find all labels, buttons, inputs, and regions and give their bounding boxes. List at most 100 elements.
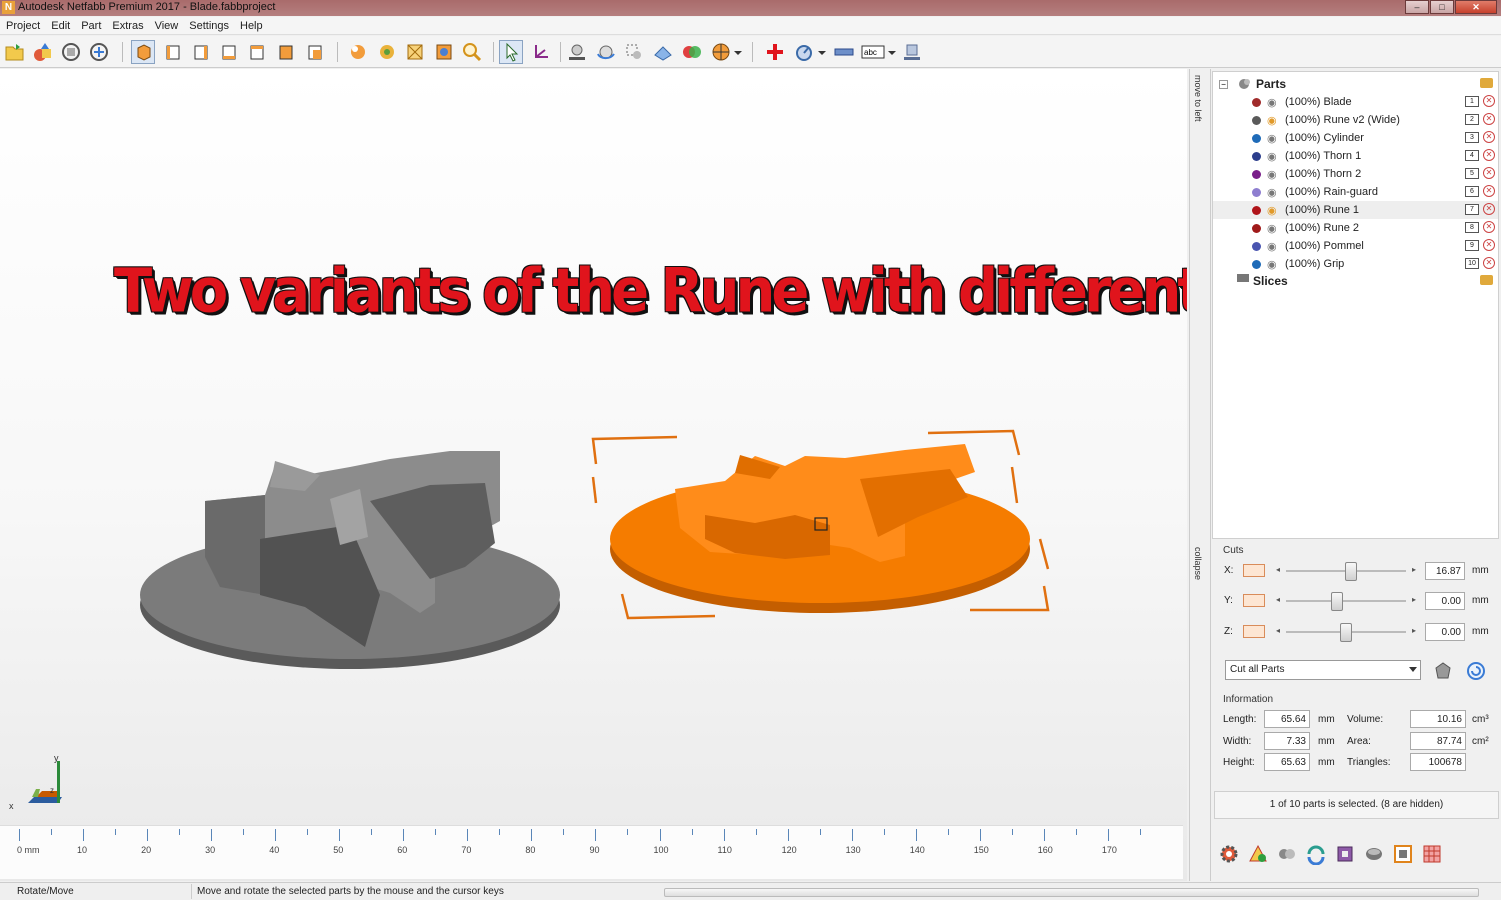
split-parts-icon[interactable] [1305,843,1327,865]
cut-x-value[interactable]: 16.87 [1425,562,1465,580]
place-on-platform-icon[interactable] [566,41,588,63]
part-row[interactable]: ◉ (100%) Thorn 2 5 ✕ [1213,165,1498,183]
label-text-icon[interactable]: abc [861,41,885,63]
remove-part-icon[interactable]: ✕ [1483,149,1495,161]
remove-part-icon[interactable]: ✕ [1483,257,1495,269]
remove-part-icon[interactable]: ✕ [1483,131,1495,143]
cut-y-value[interactable]: 0.00 [1425,592,1465,610]
menu-help[interactable]: Help [240,20,263,32]
merge-parts-icon[interactable] [1276,843,1298,865]
rotate-part-icon[interactable] [595,41,617,63]
part-number-badge[interactable]: 1 [1465,96,1479,107]
part-number-badge[interactable]: 2 [1465,114,1479,125]
cut-y-slider-thumb[interactable] [1331,592,1344,611]
chevron-right-icon[interactable]: ▸ [1412,565,1416,574]
ruler-icon[interactable] [833,41,855,63]
visibility-eye-icon[interactable]: ◉ [1267,258,1277,271]
part-row[interactable]: ◉ (100%) Thorn 1 4 ✕ [1213,147,1498,165]
close-button[interactable]: ✕ [1455,0,1497,14]
gear-settings-icon[interactable] [1218,843,1240,865]
add-measurement-icon[interactable] [764,41,786,63]
rune-v2-wide-model[interactable] [140,451,560,669]
cut-x-slider[interactable]: ◂ ▸ [1276,562,1416,581]
mirror-part-icon[interactable] [652,41,674,63]
part-row[interactable]: ◉ (100%) Rune 2 8 ✕ [1213,219,1498,237]
open-folder-icon[interactable] [4,41,26,63]
cut-mode-select[interactable]: Cut all Parts [1225,660,1421,680]
part-number-badge[interactable]: 7 [1465,204,1479,215]
rune-1-model[interactable] [591,429,1050,620]
part-number-badge[interactable]: 8 [1465,222,1479,233]
chevron-down-icon[interactable] [732,41,744,63]
smooth-part-icon[interactable] [1363,843,1385,865]
view-top-icon[interactable] [275,41,297,63]
view-back-icon[interactable] [190,41,212,63]
menu-edit[interactable]: Edit [51,20,70,32]
chevron-down-icon[interactable] [816,41,828,63]
shade-part-icon[interactable] [376,41,398,63]
warning-repair-icon[interactable] [1247,843,1269,865]
visibility-eye-icon[interactable]: ◉ [1267,150,1277,163]
remove-part-icon[interactable]: ✕ [1483,113,1495,125]
remove-part-icon[interactable]: ✕ [1483,203,1495,215]
chevron-right-icon[interactable]: ▸ [1412,595,1416,604]
chevron-left-icon[interactable]: ◂ [1276,565,1280,574]
visibility-eye-icon[interactable]: ◉ [1267,222,1277,235]
zoom-icon[interactable] [461,41,483,63]
cut-y-toggle[interactable] [1243,594,1265,607]
slices-node[interactable]: Slices [1213,274,1498,288]
chevron-right-icon[interactable]: ▸ [1412,626,1416,635]
view-right-icon[interactable] [246,41,268,63]
chevron-left-icon[interactable]: ◂ [1276,595,1280,604]
visibility-eye-icon[interactable]: ◉ [1267,240,1277,253]
part-number-badge[interactable]: 10 [1465,258,1479,269]
cut-z-slider-thumb[interactable] [1340,623,1352,642]
part-number-badge[interactable]: 4 [1465,150,1479,161]
cut-z-slider[interactable]: ◂ ▸ [1276,623,1416,642]
wireframe-icon[interactable] [404,41,426,63]
view-left-icon[interactable] [218,41,240,63]
scale-part-icon[interactable] [623,41,645,63]
part-row[interactable]: ◉ (100%) Rune v2 (Wide) 2 ✕ [1213,111,1498,129]
part-row[interactable]: ◉ (100%) Cylinder 3 ✕ [1213,129,1498,147]
import-part-icon[interactable] [88,41,110,63]
remove-part-icon[interactable]: ✕ [1483,185,1495,197]
cut-x-toggle[interactable] [1243,564,1265,577]
view-front-icon[interactable] [162,41,184,63]
lattice-part-icon[interactable] [1421,843,1443,865]
part-number-badge[interactable]: 3 [1465,132,1479,143]
execute-cut-icon[interactable] [1432,660,1454,682]
collapse-toggle[interactable]: − [1219,79,1228,89]
visibility-eye-icon[interactable]: ◉ [1267,204,1277,217]
part-row[interactable]: ◉ (100%) Rune 1 7 ✕ [1213,201,1498,219]
remove-part-icon[interactable]: ✕ [1483,239,1495,251]
menu-settings[interactable]: Settings [189,20,229,32]
minimize-button[interactable]: – [1405,0,1429,14]
add-part-icon[interactable] [32,41,54,63]
remove-part-icon[interactable]: ✕ [1483,221,1495,233]
visibility-eye-icon[interactable]: ◉ [1267,132,1277,145]
part-row[interactable]: ◉ (100%) Pommel 9 ✕ [1213,237,1498,255]
reset-cut-icon[interactable] [1465,660,1487,682]
visibility-eye-icon[interactable]: ◉ [1267,168,1277,181]
remove-part-icon[interactable]: ✕ [1483,167,1495,179]
cut-z-toggle[interactable] [1243,625,1265,638]
menu-view[interactable]: View [155,20,179,32]
visibility-eye-icon[interactable]: ◉ [1267,186,1277,199]
move-to-left-tab[interactable]: move to left [1193,75,1203,122]
parts-root[interactable]: − Parts [1219,76,1286,92]
build-platform-icon[interactable] [901,41,923,63]
translate-axes-icon[interactable] [530,41,552,63]
3d-viewport[interactable]: Two variants of the Rune with different … [0,69,1187,881]
export-part-icon[interactable] [60,41,82,63]
cut-x-slider-thumb[interactable] [1345,562,1358,581]
part-row[interactable]: ◉ (100%) Blade 1 ✕ [1213,93,1498,111]
menu-extras[interactable]: Extras [112,20,143,32]
texture-view-icon[interactable] [433,41,455,63]
open-folder-icon[interactable] [1480,78,1493,88]
part-row[interactable]: ◉ (100%) Grip 10 ✕ [1213,255,1498,273]
part-number-badge[interactable]: 9 [1465,240,1479,251]
slices-folder-icon[interactable] [1480,275,1493,285]
horizontal-scrollbar[interactable] [664,888,1479,897]
cut-y-slider[interactable]: ◂ ▸ [1276,592,1416,611]
